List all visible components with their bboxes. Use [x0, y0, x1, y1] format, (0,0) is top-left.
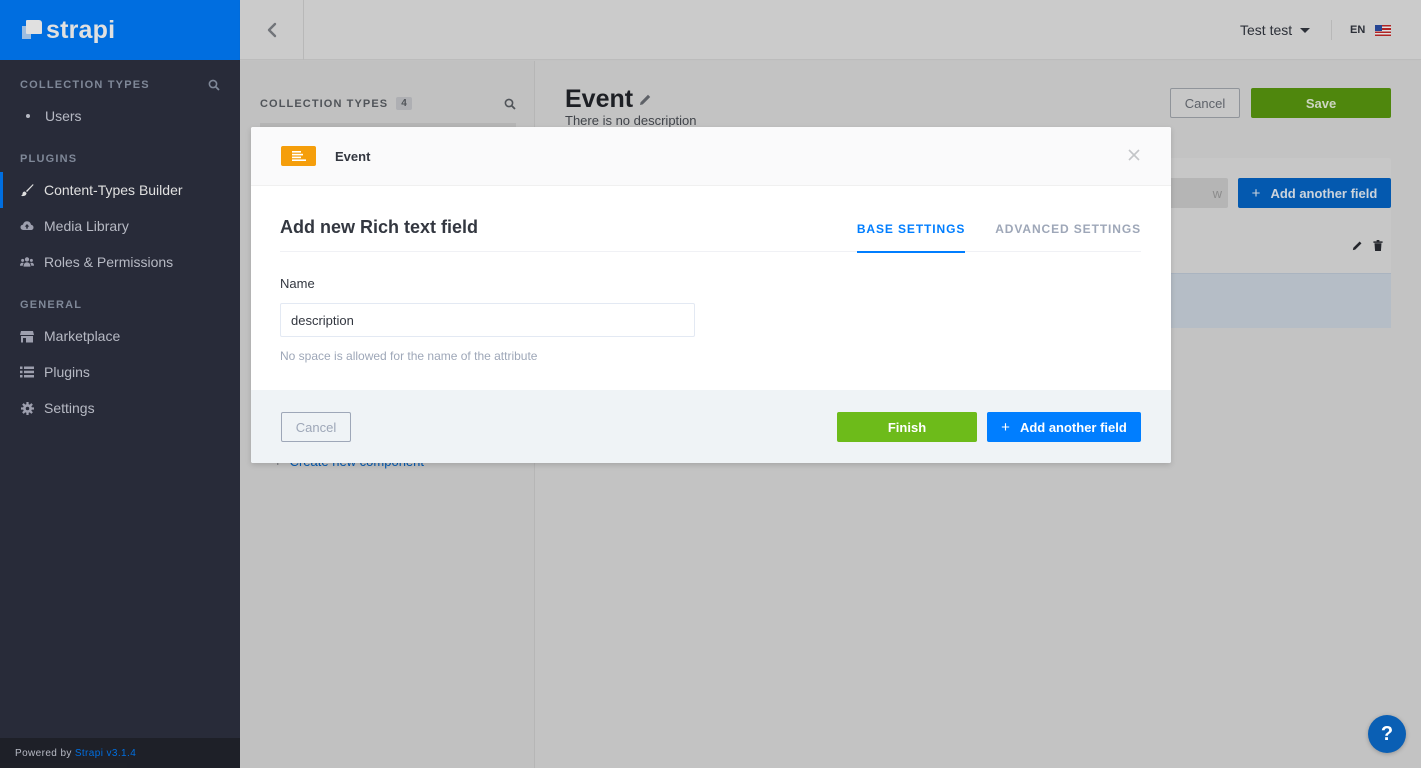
help-button[interactable]: ?	[1368, 715, 1406, 753]
add-another-label: Add another field	[1019, 419, 1127, 435]
plus-icon: +	[1001, 418, 1010, 436]
modal-footer: Cancel Finish + Add another field	[251, 390, 1171, 463]
modal-body: Add new Rich text field BASE SETTINGS AD…	[251, 186, 1171, 390]
name-field-hint: No space is allowed for the name of the …	[280, 349, 538, 363]
collection-type-icon	[281, 146, 316, 166]
finish-button[interactable]: Finish	[837, 412, 977, 442]
modal-header-title: Event	[335, 148, 371, 164]
modal-cancel-button[interactable]: Cancel	[281, 412, 351, 442]
add-field-modal: Event Add new Rich text field BASE SETTI…	[251, 127, 1171, 463]
modal-header: Event	[251, 127, 1171, 186]
name-input[interactable]	[280, 303, 695, 337]
settings-tabs: BASE SETTINGS ADVANCED SETTINGS	[827, 216, 1141, 253]
tab-advanced-settings[interactable]: ADVANCED SETTINGS	[995, 216, 1141, 252]
close-icon[interactable]	[1127, 148, 1141, 162]
modal-add-another-field-button[interactable]: + Add another field	[987, 412, 1141, 442]
tab-base-settings[interactable]: BASE SETTINGS	[856, 216, 966, 253]
name-field-label: Name	[280, 276, 315, 291]
modal-title: Add new Rich text field	[280, 217, 479, 237]
